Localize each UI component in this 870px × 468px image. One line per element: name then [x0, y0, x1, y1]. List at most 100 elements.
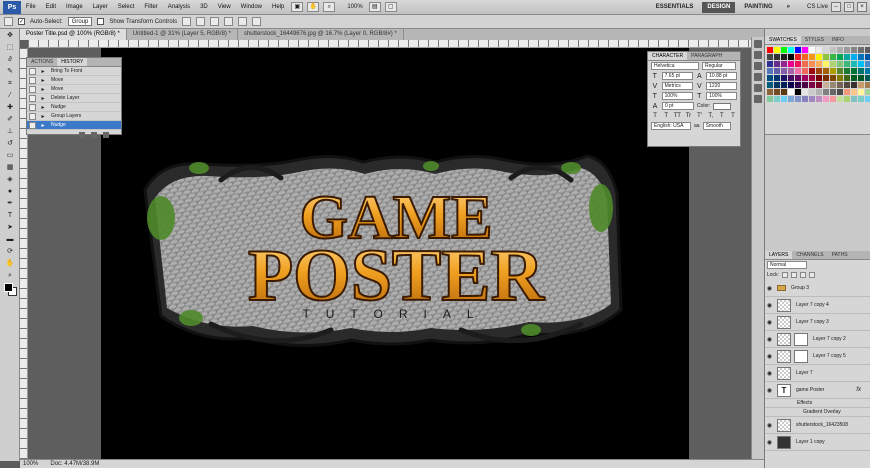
- eye-icon[interactable]: ◉: [765, 387, 774, 394]
- color-swatch[interactable]: [781, 47, 787, 53]
- color-swatch[interactable]: [767, 68, 773, 74]
- color-swatch[interactable]: [823, 47, 829, 53]
- move-tool-icon[interactable]: ✥: [3, 31, 17, 41]
- tab-shutterstock[interactable]: shutterstock_16449676.jpg @ 16.7% (Layer…: [238, 29, 404, 40]
- color-swatch[interactable]: [767, 89, 773, 95]
- close-icon[interactable]: ×: [857, 2, 867, 12]
- tab-swatches[interactable]: SWATCHES: [765, 36, 801, 44]
- antialias-select[interactable]: Smooth: [702, 122, 731, 130]
- color-swatch[interactable]: [830, 61, 836, 67]
- cs-live-button[interactable]: CS Live: [807, 4, 828, 10]
- color-swatch[interactable]: [837, 61, 843, 67]
- text-color-swatch[interactable]: [713, 102, 732, 110]
- history-brush-source-box[interactable]: [29, 76, 36, 84]
- glyph-style-button[interactable]: T: [718, 113, 726, 119]
- color-swatch[interactable]: [858, 47, 864, 53]
- color-swatch[interactable]: [788, 96, 794, 102]
- align-bottom-icon[interactable]: [210, 17, 220, 26]
- pen-tool-icon[interactable]: ✒: [3, 199, 17, 209]
- layer-row[interactable]: Gradient Overlay: [765, 408, 870, 417]
- color-swatch[interactable]: [851, 54, 857, 60]
- color-swatch[interactable]: [837, 82, 843, 88]
- glyph-style-button[interactable]: T,: [707, 113, 715, 119]
- color-swatch[interactable]: [858, 54, 864, 60]
- tab-styles[interactable]: STYLES: [801, 36, 828, 44]
- adjustments-panel-icon[interactable]: [754, 51, 762, 59]
- kerning-field[interactable]: Metrics: [661, 82, 693, 90]
- healing-tool-icon[interactable]: ✚: [3, 103, 17, 113]
- masks-panel-icon[interactable]: [754, 62, 762, 70]
- color-swatch[interactable]: [774, 47, 780, 53]
- history-brush-source-box[interactable]: [29, 112, 36, 120]
- tab-paths[interactable]: PATHS: [828, 251, 852, 259]
- color-swatch[interactable]: [816, 89, 822, 95]
- layer-row[interactable]: ◉ Layer 7: [765, 365, 870, 382]
- history-brush-source-box[interactable]: [29, 121, 36, 129]
- color-swatch[interactable]: [851, 82, 857, 88]
- glyph-style-button[interactable]: T: [729, 113, 737, 119]
- color-swatch[interactable]: [844, 54, 850, 60]
- color-swatch[interactable]: [767, 47, 773, 53]
- color-swatch[interactable]: [767, 61, 773, 67]
- color-swatch[interactable]: [809, 54, 815, 60]
- layer-row[interactable]: ◉ Group 3: [765, 280, 870, 297]
- color-swatch[interactable]: [837, 75, 843, 81]
- color-swatch[interactable]: [823, 75, 829, 81]
- workspace-design[interactable]: DESIGN: [702, 1, 736, 13]
- color-swatch[interactable]: [767, 96, 773, 102]
- history-step[interactable]: ▸ Move: [27, 76, 121, 85]
- color-swatch[interactable]: [774, 61, 780, 67]
- color-swatch[interactable]: [837, 68, 843, 74]
- color-swatch[interactable]: [781, 82, 787, 88]
- vertical-scale-field[interactable]: 100%: [661, 92, 693, 100]
- type-tool-icon[interactable]: T: [3, 211, 17, 221]
- color-swatch[interactable]: [809, 96, 815, 102]
- color-swatch[interactable]: [795, 54, 801, 60]
- menu-item-layer[interactable]: Layer: [88, 0, 113, 15]
- brushes-panel-icon[interactable]: [754, 73, 762, 81]
- color-swatch[interactable]: [844, 96, 850, 102]
- color-swatch[interactable]: [851, 47, 857, 53]
- zoom-tool-icon[interactable]: ⌕: [3, 271, 17, 281]
- tab-layers[interactable]: LAYERS: [765, 251, 793, 259]
- move-tool-icon[interactable]: [4, 17, 13, 26]
- color-swatch[interactable]: [865, 68, 870, 74]
- color-swatch[interactable]: [837, 96, 843, 102]
- baseline-shift-field[interactable]: 0 pt: [662, 102, 694, 110]
- color-swatch[interactable]: [816, 82, 822, 88]
- 3d-rotate-tool-icon[interactable]: ⟳: [3, 247, 17, 257]
- color-swatch[interactable]: [865, 61, 870, 67]
- menu-item-3d[interactable]: 3D: [195, 0, 213, 15]
- artboard[interactable]: GAME POSTER TUTORIAL: [101, 48, 689, 459]
- maximize-icon[interactable]: □: [844, 2, 854, 12]
- color-swatch[interactable]: [865, 82, 870, 88]
- history-step[interactable]: ▸ Bring To Front: [27, 67, 121, 76]
- color-panel-icon[interactable]: [754, 40, 762, 48]
- history-brush-source-box[interactable]: [29, 85, 36, 93]
- tab-paragraph[interactable]: PARAGRAPH: [687, 52, 726, 60]
- lock-position-icon[interactable]: [799, 272, 806, 278]
- history-brush-source-box[interactable]: [29, 94, 36, 102]
- color-swatch[interactable]: [802, 54, 808, 60]
- layer-row[interactable]: ◉ Layer 1 copy: [765, 434, 870, 451]
- color-swatch[interactable]: [767, 54, 773, 60]
- color-swatch[interactable]: [802, 82, 808, 88]
- color-swatch[interactable]: [774, 96, 780, 102]
- color-swatch[interactable]: [858, 61, 864, 67]
- color-swatch[interactable]: [858, 96, 864, 102]
- minimize-icon[interactable]: –: [831, 2, 841, 12]
- color-swatch[interactable]: [837, 54, 843, 60]
- menu-item-analysis[interactable]: Analysis: [163, 0, 195, 15]
- auto-select-checkbox[interactable]: ✓: [18, 18, 25, 25]
- menu-item-edit[interactable]: Edit: [41, 0, 61, 15]
- color-swatch[interactable]: [788, 75, 794, 81]
- layer-row[interactable]: ◉ shutterstock_16423508: [765, 417, 870, 434]
- color-swatch[interactable]: [795, 89, 801, 95]
- layer-row[interactable]: ◉ Layer 7 copy 2: [765, 331, 870, 348]
- color-swatch[interactable]: [823, 68, 829, 74]
- eye-icon[interactable]: ◉: [765, 336, 774, 343]
- history-brush-tool-icon[interactable]: ↺: [3, 139, 17, 149]
- color-swatch[interactable]: [781, 68, 787, 74]
- color-swatch[interactable]: [802, 96, 808, 102]
- align-top-icon[interactable]: [182, 17, 192, 26]
